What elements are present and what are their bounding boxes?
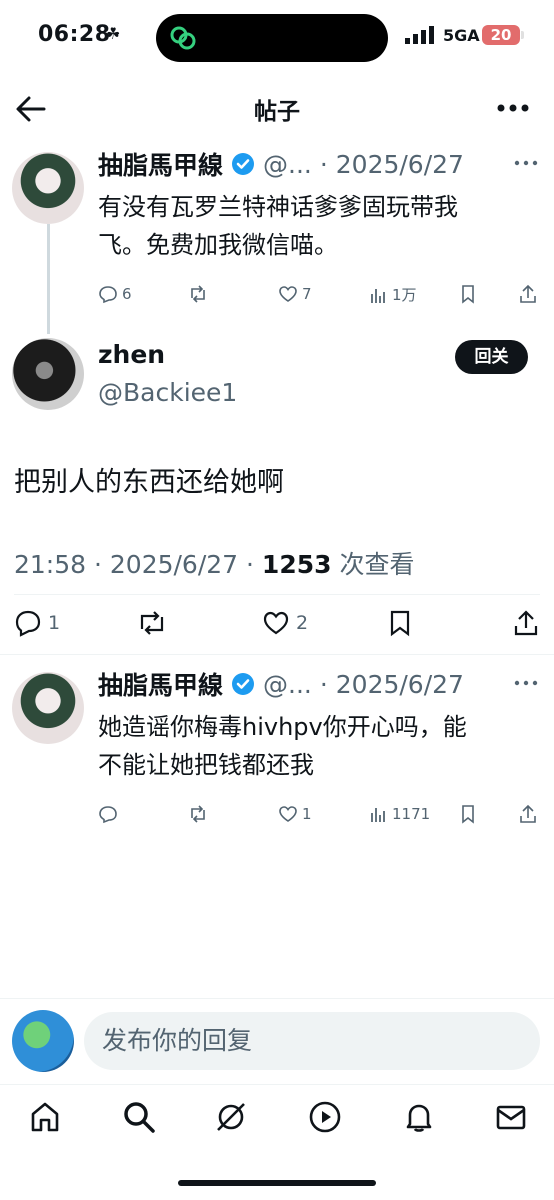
home-indicator bbox=[178, 1180, 376, 1186]
author-handle[interactable]: @... bbox=[263, 670, 312, 699]
views-button[interactable]: 1171 bbox=[368, 804, 430, 824]
thread-connector bbox=[47, 224, 50, 334]
repost-icon[interactable] bbox=[136, 609, 168, 637]
repost-button[interactable] bbox=[188, 804, 208, 824]
post-timestamp: 21:58 · 2025/6/27 · bbox=[14, 550, 262, 579]
avatar[interactable] bbox=[12, 672, 84, 744]
verified-badge-icon bbox=[232, 153, 255, 175]
reply-icon bbox=[99, 286, 117, 304]
search-icon[interactable] bbox=[122, 1100, 156, 1134]
avatar[interactable] bbox=[12, 338, 84, 410]
like-count: 2 bbox=[296, 612, 309, 634]
post-date: · 2025/6/27 bbox=[319, 669, 464, 699]
page-title: 帖子 bbox=[254, 99, 300, 125]
divider bbox=[14, 594, 540, 595]
status-time: 06:28 bbox=[38, 22, 111, 47]
reply-icon bbox=[15, 610, 41, 637]
author-handle[interactable]: @Backiee1 bbox=[98, 378, 237, 407]
share-icon[interactable] bbox=[518, 804, 538, 824]
home-icon[interactable] bbox=[28, 1100, 62, 1134]
avatar[interactable] bbox=[12, 152, 84, 224]
more-options-icon[interactable] bbox=[514, 158, 538, 168]
views-count: 1万 bbox=[392, 286, 417, 304]
heart-icon bbox=[263, 611, 289, 635]
author-name[interactable]: zhen bbox=[98, 340, 165, 369]
author-name[interactable]: 抽脂馬甲線 bbox=[98, 146, 223, 182]
network-label: 5GA bbox=[443, 26, 480, 45]
repost-icon bbox=[191, 285, 205, 303]
heart-icon bbox=[279, 286, 297, 302]
like-button[interactable]: 7 bbox=[278, 284, 312, 304]
bookmark-icon[interactable] bbox=[386, 609, 414, 637]
verified-badge-icon bbox=[232, 673, 255, 695]
author-handle[interactable]: @... bbox=[263, 150, 312, 179]
battery-cap bbox=[521, 31, 524, 39]
views-count: 1253 bbox=[261, 550, 332, 579]
divider bbox=[0, 654, 554, 655]
divider bbox=[0, 998, 554, 999]
post-text: 把别人的东西还给她啊 bbox=[14, 467, 284, 498]
divider bbox=[0, 1084, 554, 1085]
share-icon[interactable] bbox=[518, 284, 538, 304]
repost-icon bbox=[191, 805, 205, 823]
views-chart-icon bbox=[371, 288, 385, 303]
follow-back-button[interactable]: 回关 bbox=[455, 340, 528, 374]
bookmark-icon[interactable] bbox=[458, 284, 478, 304]
signal-icon bbox=[405, 26, 434, 44]
repost-button[interactable] bbox=[188, 284, 208, 304]
post-text-line: 不能让她把钱都还我 bbox=[98, 751, 314, 779]
views-label: 次查看 bbox=[331, 550, 415, 579]
battery-icon: 20 bbox=[482, 25, 520, 45]
reply-count: 6 bbox=[122, 285, 132, 303]
views-chart-icon bbox=[371, 808, 385, 822]
post-text-line: 她造谣你梅毒hivhpv你开心吗，能 bbox=[98, 713, 467, 741]
reply-icon bbox=[99, 806, 117, 824]
views-button[interactable]: 1万 bbox=[368, 284, 417, 305]
reply-button[interactable]: 1 bbox=[14, 609, 60, 637]
reply-input[interactable]: 发布你的回复 bbox=[84, 1012, 540, 1070]
video-play-icon[interactable] bbox=[308, 1100, 342, 1134]
post-text-line: 有没有瓦罗兰特神话爹爹固玩带我 bbox=[98, 193, 458, 221]
views-count: 1171 bbox=[392, 805, 431, 823]
reply-button[interactable]: 6 bbox=[98, 284, 132, 304]
status-extra-icon: ☘ bbox=[106, 24, 121, 43]
like-button[interactable]: 2 bbox=[262, 609, 308, 637]
like-count: 7 bbox=[302, 285, 312, 303]
like-button[interactable]: 1 bbox=[278, 804, 312, 824]
more-options-icon[interactable] bbox=[514, 678, 538, 688]
post-text-line: 飞。免费加我微信喵。 bbox=[98, 231, 338, 259]
more-options-icon[interactable] bbox=[496, 98, 530, 118]
heart-icon bbox=[279, 806, 297, 822]
grok-icon[interactable] bbox=[214, 1100, 248, 1134]
bookmark-icon[interactable] bbox=[458, 804, 478, 824]
notifications-bell-icon[interactable] bbox=[402, 1100, 436, 1134]
author-name[interactable]: 抽脂馬甲線 bbox=[98, 666, 223, 702]
reply-button[interactable] bbox=[98, 804, 118, 824]
share-icon[interactable] bbox=[512, 609, 540, 637]
messages-mail-icon[interactable] bbox=[494, 1100, 528, 1134]
like-count: 1 bbox=[302, 805, 312, 823]
link-icon bbox=[170, 26, 196, 50]
post-date: · 2025/6/27 bbox=[319, 149, 464, 179]
my-avatar[interactable] bbox=[12, 1010, 74, 1072]
reply-count: 1 bbox=[48, 612, 61, 634]
